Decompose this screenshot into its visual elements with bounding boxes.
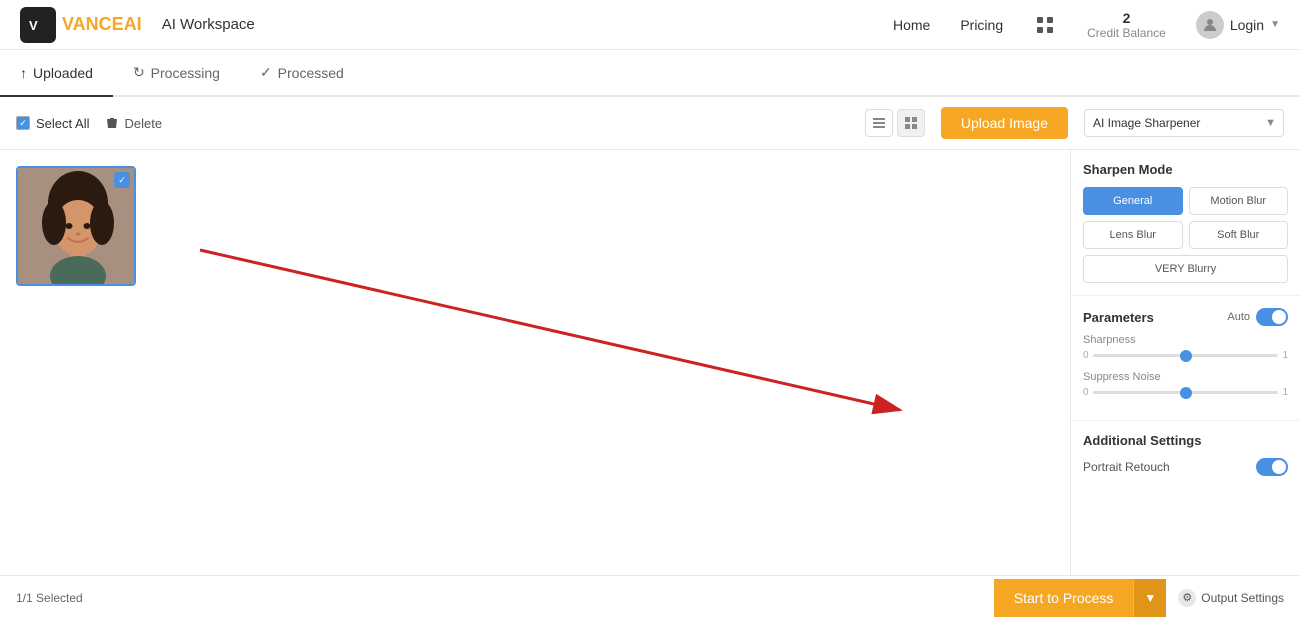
header: V VANCEAI AI Workspace Home Pricing 2 Cr…	[0, 0, 1300, 50]
tab-uploaded[interactable]: ↑ Uploaded	[0, 51, 113, 97]
user-avatar	[1196, 11, 1224, 39]
tab-processed[interactable]: ✓ Processed	[240, 50, 364, 97]
portrait-retouch-label: Portrait Retouch	[1083, 460, 1170, 474]
additional-settings-title: Additional Settings	[1083, 433, 1288, 448]
list-view-button[interactable]	[865, 109, 893, 137]
pricing-link[interactable]: Pricing	[960, 17, 1003, 33]
status-text: 1/1 Selected	[16, 591, 994, 605]
workspace-label: AI Workspace	[162, 16, 255, 33]
sharpen-mode-section: Sharpen Mode General Motion Blur Lens Bl…	[1071, 150, 1300, 296]
gear-icon: ⚙	[1178, 589, 1196, 607]
select-all-checkbox[interactable]	[16, 116, 30, 130]
upload-icon: ↑	[20, 65, 27, 81]
parameters-title: Parameters	[1083, 310, 1154, 325]
header-nav: Home Pricing 2 Credit Balance Login ▼	[893, 10, 1280, 40]
login-button[interactable]: Login ▼	[1196, 11, 1280, 39]
mode-general-button[interactable]: General	[1083, 187, 1183, 215]
sharpness-max: 1	[1282, 350, 1288, 361]
sharpness-slider[interactable]	[1093, 354, 1279, 357]
home-link[interactable]: Home	[893, 17, 930, 33]
sharpness-slider-row: 0 1	[1083, 350, 1288, 361]
upload-image-button[interactable]: Upload Image	[941, 107, 1068, 139]
credit-balance: 2 Credit Balance	[1087, 10, 1166, 40]
output-settings-link[interactable]: ⚙ Output Settings	[1178, 589, 1284, 607]
mode-soft-blur-button[interactable]: Soft Blur	[1189, 221, 1289, 249]
noise-slider-row: 0 1	[1083, 387, 1288, 398]
portrait-retouch-toggle[interactable]	[1256, 458, 1288, 476]
toolbar: Select All Delete Upload Image AI Image …	[0, 97, 1300, 150]
select-all-button[interactable]: Select All	[16, 116, 89, 131]
parameters-section: Parameters Auto Sharpness 0 1 Suppress N…	[1071, 296, 1300, 421]
tool-selector-dropdown[interactable]: AI Image Sharpener AI Upscaler AI Denois…	[1084, 109, 1284, 137]
tool-selector-wrapper: AI Image Sharpener AI Upscaler AI Denois…	[1084, 109, 1284, 137]
grid-icon[interactable]	[1033, 13, 1057, 37]
sharpness-label: Sharpness	[1083, 334, 1288, 346]
right-panel: Sharpen Mode General Motion Blur Lens Bl…	[1070, 150, 1300, 575]
logo-text: VANCEAI	[62, 14, 142, 35]
logo: V VANCEAI	[20, 7, 142, 43]
logo-icon: V	[20, 7, 56, 43]
bottom-bar: 1/1 Selected Start to Process ▼ ⚙ Output…	[0, 575, 1300, 619]
parameters-header: Parameters Auto	[1083, 308, 1288, 326]
noise-min: 0	[1083, 387, 1089, 398]
image-thumbnail[interactable]	[16, 166, 136, 286]
svg-text:V: V	[29, 18, 38, 33]
trash-icon	[105, 116, 119, 130]
mode-motion-blur-button[interactable]: Motion Blur	[1189, 187, 1289, 215]
mode-lens-blur-button[interactable]: Lens Blur	[1083, 221, 1183, 249]
sharpness-min: 0	[1083, 350, 1089, 361]
portrait-retouch-row: Portrait Retouch	[1083, 458, 1288, 476]
mode-grid: General Motion Blur Lens Blur Soft Blur …	[1083, 187, 1288, 283]
noise-label: Suppress Noise	[1083, 371, 1288, 383]
tabs-bar: ↑ Uploaded ↻ Processing ✓ Processed	[0, 50, 1300, 97]
noise-max: 1	[1282, 387, 1288, 398]
additional-settings-section: Additional Settings Portrait Retouch	[1071, 421, 1300, 488]
toolbar-left: Select All Delete	[16, 116, 849, 131]
auto-toggle[interactable]	[1256, 308, 1288, 326]
processed-icon: ✓	[260, 64, 272, 81]
noise-slider[interactable]	[1093, 391, 1279, 394]
image-area	[0, 150, 1070, 575]
grid-view-button[interactable]	[897, 109, 925, 137]
view-toggle	[865, 109, 925, 137]
auto-toggle-wrap: Auto	[1227, 308, 1288, 326]
mode-very-blurry-button[interactable]: VERY Blurry	[1083, 255, 1288, 283]
processing-icon: ↻	[133, 64, 145, 81]
tab-processing[interactable]: ↻ Processing	[113, 50, 240, 97]
auto-label: Auto	[1227, 311, 1250, 323]
thumbnail-checkbox	[114, 172, 130, 188]
sharpen-mode-title: Sharpen Mode	[1083, 162, 1288, 177]
main-area: Sharpen Mode General Motion Blur Lens Bl…	[0, 150, 1300, 575]
delete-button[interactable]: Delete	[105, 116, 162, 131]
arrow-overlay	[0, 150, 1070, 575]
